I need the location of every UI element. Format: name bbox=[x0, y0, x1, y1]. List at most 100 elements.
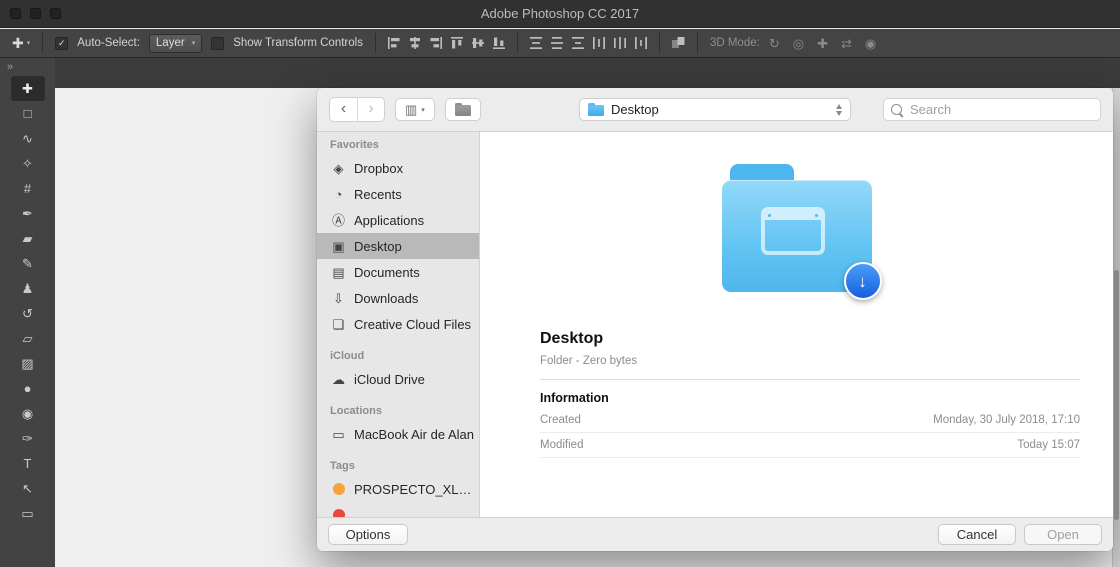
created-label: Created bbox=[540, 414, 581, 426]
clock-icon: ◔ bbox=[334, 186, 343, 202]
sidebar-item-label: Creative Cloud Files bbox=[354, 316, 472, 332]
lasso-tool[interactable]: ∿ bbox=[11, 126, 45, 151]
navigation-buttons: ‹ › bbox=[329, 97, 385, 122]
folder-icon bbox=[454, 102, 471, 116]
preview-pane: ↓ Desktop Folder - Zero bytes Informatio… bbox=[480, 132, 1113, 517]
dodge-tool[interactable]: ◉ bbox=[11, 401, 45, 426]
distribute-vertical-centers-icon[interactable] bbox=[550, 37, 563, 49]
auto-select-checkbox[interactable]: ✓ bbox=[55, 36, 69, 50]
3d-pan-icon[interactable]: ✚ bbox=[817, 37, 828, 50]
red-tag-icon bbox=[333, 509, 345, 517]
sidebar-item-tag-red[interactable] bbox=[317, 502, 479, 517]
auto-align-layers-icon[interactable] bbox=[671, 37, 685, 49]
close-window-button[interactable] bbox=[10, 8, 21, 19]
scrollbar-thumb[interactable] bbox=[1114, 270, 1119, 520]
window-controls bbox=[10, 8, 61, 19]
blur-tool[interactable]: ● bbox=[11, 376, 45, 401]
expand-tools-panel-button[interactable]: » bbox=[0, 58, 55, 76]
view-mode-button[interactable]: ▥ ▾ bbox=[395, 98, 435, 121]
align-left-edges-icon[interactable] bbox=[387, 37, 400, 49]
location-value: Desktop bbox=[611, 102, 659, 117]
clone-stamp-tool[interactable]: ♟ bbox=[11, 276, 45, 301]
options-button[interactable]: Options bbox=[328, 524, 408, 545]
separator bbox=[516, 33, 518, 53]
sidebar-item-desktop[interactable]: ▣ Desktop bbox=[317, 233, 479, 259]
sidebar-section-tags: Tags bbox=[330, 460, 355, 472]
sidebar-item-icloud-drive[interactable]: ☁ iCloud Drive bbox=[317, 366, 479, 392]
sidebar-section-favorites: Favorites bbox=[330, 139, 379, 151]
sidebar-item-documents[interactable]: ▤ Documents bbox=[317, 259, 479, 285]
new-folder-button[interactable] bbox=[444, 98, 481, 121]
gradient-tool[interactable]: ▨ bbox=[11, 351, 45, 376]
search-input[interactable] bbox=[908, 101, 1093, 118]
sidebar-item-dropbox[interactable]: ◈ Dropbox bbox=[317, 155, 479, 181]
sidebar-item-downloads[interactable]: ⇩ Downloads bbox=[317, 285, 479, 311]
sidebar-item-tag-prospecto[interactable]: PROSPECTO_XLABS... bbox=[317, 476, 479, 502]
divider bbox=[540, 379, 1080, 380]
eyedropper-tool[interactable]: ✒ bbox=[11, 201, 45, 226]
location-popup[interactable]: Desktop bbox=[579, 98, 851, 121]
sidebar-item-label: PROSPECTO_XLABS... bbox=[354, 481, 479, 497]
chevron-down-icon: ▾ bbox=[421, 106, 425, 114]
sidebar-item-label: Dropbox bbox=[354, 160, 404, 176]
show-transform-controls-checkbox[interactable] bbox=[211, 36, 225, 50]
back-button[interactable]: ‹ bbox=[330, 98, 357, 121]
sidebar-item-creative-cloud-files[interactable]: ❏ Creative Cloud Files bbox=[317, 311, 479, 337]
rectangular-marquee-tool[interactable]: □ bbox=[11, 101, 45, 126]
distribute-buttons bbox=[529, 37, 647, 49]
crop-tool[interactable]: # bbox=[11, 176, 45, 201]
dialog-toolbar: ‹ › ▥ ▾ Desktop bbox=[317, 88, 1113, 132]
align-vertical-centers-icon[interactable] bbox=[471, 37, 484, 49]
tool-preset-picker[interactable]: ✚ ▾ bbox=[12, 36, 30, 50]
sidebar-item-label: Desktop bbox=[354, 238, 402, 254]
separator bbox=[374, 33, 376, 53]
zoom-window-button[interactable] bbox=[50, 8, 61, 19]
folder-window-glyph bbox=[760, 207, 825, 255]
forward-button[interactable]: › bbox=[357, 98, 384, 121]
3d-orbit-icon[interactable]: ↻ bbox=[769, 37, 780, 50]
sidebar-item-macbook-air[interactable]: ▭ MacBook Air de Alan bbox=[317, 421, 479, 447]
pen-tool[interactable]: ✑ bbox=[11, 426, 45, 451]
move-tool-icon: ✚ bbox=[12, 35, 24, 51]
3d-roll-icon[interactable]: ◎ bbox=[793, 37, 804, 50]
dialog-body: Favorites ◈ Dropbox ◔ Recents Ⓐ Applicat… bbox=[317, 132, 1113, 517]
brush-tool[interactable]: ✎ bbox=[11, 251, 45, 276]
sidebar-item-label: iCloud Drive bbox=[354, 371, 425, 387]
open-button[interactable]: Open bbox=[1024, 524, 1102, 545]
move-tool[interactable]: ✚ bbox=[10, 76, 45, 101]
3d-camera-icon[interactable]: ◉ bbox=[865, 37, 876, 50]
path-selection-tool[interactable]: ↖ bbox=[11, 476, 45, 501]
distribute-top-edges-icon[interactable] bbox=[529, 37, 542, 49]
sidebar-section-locations: Locations bbox=[330, 405, 382, 417]
quick-selection-tool[interactable]: ✧ bbox=[11, 151, 45, 176]
window-title: Adobe Photoshop CC 2017 bbox=[480, 6, 640, 21]
align-right-edges-icon[interactable] bbox=[430, 37, 442, 49]
cloud-icon: ☁ bbox=[332, 371, 345, 387]
distribute-bottom-edges-icon[interactable] bbox=[571, 37, 584, 49]
background-scrollbar[interactable] bbox=[1112, 88, 1120, 567]
auto-select-target-dropdown[interactable]: Layer ▾ bbox=[148, 33, 203, 53]
popup-arrows-icon bbox=[836, 103, 842, 116]
sidebar-item-recents[interactable]: ◔ Recents bbox=[317, 181, 479, 207]
align-bottom-edges-icon[interactable] bbox=[492, 37, 505, 49]
rectangle-tool[interactable]: ▭ bbox=[11, 501, 45, 526]
spot-healing-brush-tool[interactable]: ▰ bbox=[11, 226, 45, 251]
dialog-sidebar: Favorites ◈ Dropbox ◔ Recents Ⓐ Applicat… bbox=[317, 132, 480, 517]
separator bbox=[42, 33, 44, 53]
minimize-window-button[interactable] bbox=[30, 8, 41, 19]
eraser-tool[interactable]: ▱ bbox=[11, 326, 45, 351]
distribute-right-edges-icon[interactable] bbox=[634, 37, 647, 49]
sidebar-item-applications[interactable]: Ⓐ Applications bbox=[317, 207, 479, 233]
options-bar: ✚ ▾ ✓ Auto-Select: Layer ▾ Show Transfor… bbox=[0, 29, 1120, 58]
distribute-horizontal-centers-icon[interactable] bbox=[613, 37, 626, 49]
modified-label: Modified bbox=[540, 439, 584, 451]
information-heading: Information bbox=[540, 391, 609, 405]
cancel-button[interactable]: Cancel bbox=[938, 524, 1016, 545]
chevron-down-icon: ▾ bbox=[191, 40, 196, 47]
distribute-left-edges-icon[interactable] bbox=[592, 37, 605, 49]
align-top-edges-icon[interactable] bbox=[450, 37, 463, 49]
3d-slide-icon[interactable]: ⇄ bbox=[841, 37, 852, 50]
align-horizontal-centers-icon[interactable] bbox=[409, 37, 421, 49]
history-brush-tool[interactable]: ↺ bbox=[11, 301, 45, 326]
type-tool[interactable]: T bbox=[11, 451, 45, 476]
